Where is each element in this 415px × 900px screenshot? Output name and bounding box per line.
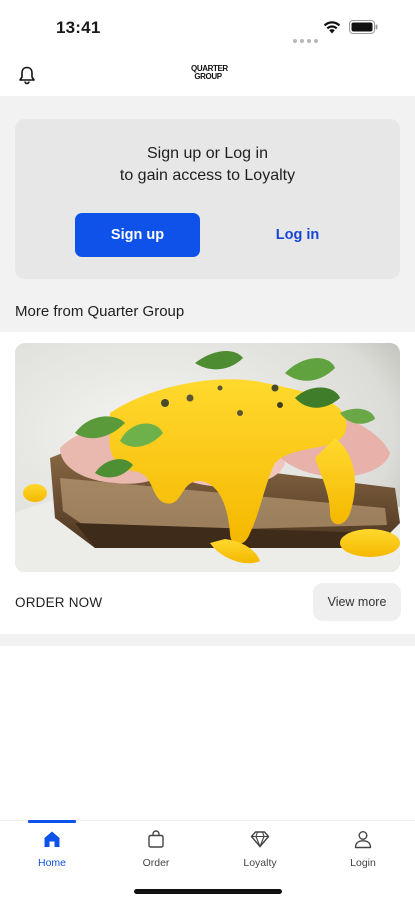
status-time: 13:41 — [56, 18, 101, 37]
loyalty-card: Sign up or Log in to gain access to Loya… — [15, 119, 400, 279]
logo-line2: GROUP — [194, 72, 222, 81]
tab-loyalty[interactable]: Loyalty — [208, 821, 312, 875]
main-content: Sign up or Log in to gain access to Loya… — [0, 96, 415, 646]
bell-icon[interactable] — [17, 65, 37, 85]
tab-loyalty-label: Loyalty — [243, 857, 277, 869]
status-bar: 13:41 — [0, 0, 415, 54]
home-indicator[interactable] — [134, 889, 282, 894]
shopping-bag-icon — [148, 830, 164, 848]
section-title: More from Quarter Group — [15, 303, 185, 320]
loyalty-line2: to gain access to Loyalty — [119, 167, 296, 184]
brand-logo: QUARTER GROUP — [191, 65, 228, 81]
active-tab-indicator — [28, 820, 76, 823]
tab-login-label: Login — [350, 857, 376, 869]
home-icon — [44, 831, 60, 847]
view-more-button[interactable]: View more — [313, 583, 401, 621]
signup-button[interactable]: Sign up — [75, 213, 200, 257]
loyalty-line1: Sign up or Log in — [147, 145, 268, 162]
tab-order-label: Order — [142, 857, 170, 869]
tab-login[interactable]: Login — [311, 821, 415, 875]
battery-icon — [349, 20, 378, 34]
tab-home[interactable]: Home — [0, 820, 104, 875]
login-button[interactable]: Log in — [235, 213, 360, 257]
app-header: QUARTER GROUP — [0, 54, 415, 96]
order-now-label[interactable]: ORDER NOW — [15, 595, 102, 610]
eggs-benedict-photo[interactable] — [15, 343, 400, 572]
signal-dots-icon — [293, 30, 321, 48]
loyalty-message: Sign up or Log in to gain access to Loya… — [15, 143, 400, 187]
wifi-icon — [323, 21, 341, 34]
tab-bar: Home Order Loyalty Login — [0, 820, 415, 900]
diamond-icon — [250, 831, 270, 848]
tab-home-label: Home — [37, 857, 66, 869]
user-icon — [354, 831, 372, 849]
promo-card[interactable]: ORDER NOW View more — [0, 332, 415, 634]
tab-order[interactable]: Order — [104, 821, 208, 875]
